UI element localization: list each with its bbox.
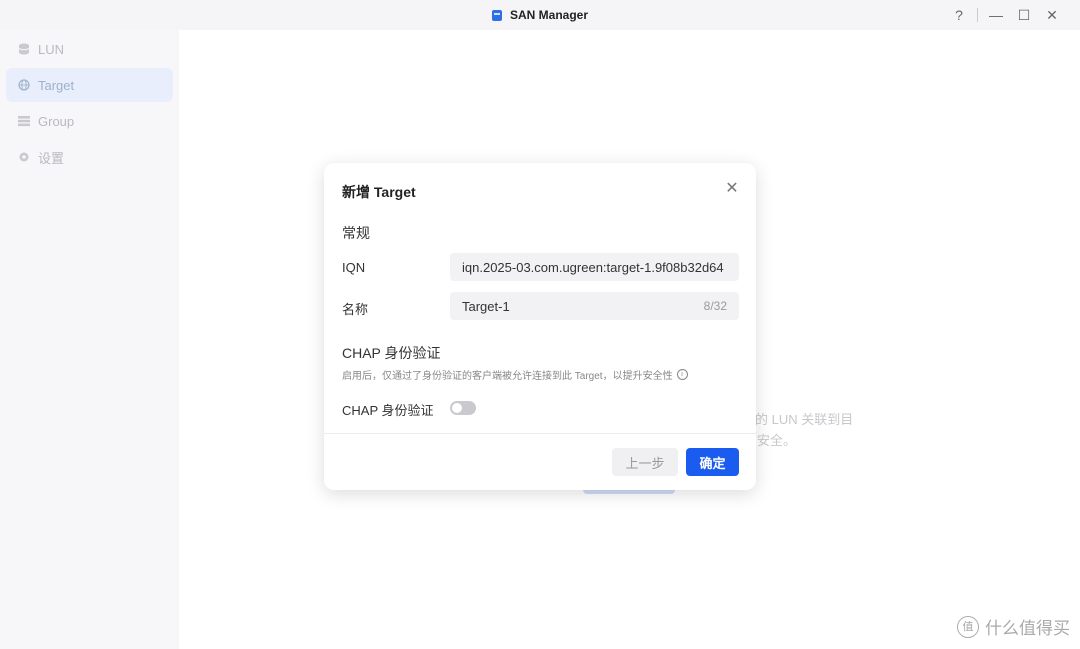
iqn-value: iqn.2025-03.com.ugreen:target-1.9f08b32d… — [462, 259, 724, 275]
toggle-knob — [452, 403, 462, 413]
dialog-footer-divider — [324, 433, 756, 434]
close-icon[interactable]: ✕ — [724, 181, 740, 197]
chap-toggle[interactable] — [450, 401, 476, 415]
new-target-dialog: 新增 Target ✕ 常规 IQN iqn.2025-03.com.ugree… — [324, 163, 756, 490]
confirm-button[interactable]: 确定 — [686, 448, 739, 476]
iqn-label: IQN — [342, 260, 366, 275]
chap-section-heading: CHAP 身份验证 — [342, 345, 441, 361]
name-field[interactable]: Target-1 8/32 — [450, 292, 739, 320]
name-value: Target-1 — [462, 298, 510, 314]
dialog-title: 新增 Target — [342, 184, 416, 200]
watermark: 值 什么值得买 — [957, 614, 1070, 639]
watermark-logo-icon: 值 — [957, 615, 979, 638]
chap-hint-text: 启用后，仅通过了身份验证的客户端被允许连接到此 Target，以提升安全性 — [342, 371, 673, 382]
chap-toggle-label: CHAP 身份验证 — [342, 403, 434, 418]
watermark-text: 什么值得买 — [985, 619, 1070, 638]
info-icon[interactable]: i — [676, 369, 688, 380]
iqn-field[interactable]: iqn.2025-03.com.ugreen:target-1.9f08b32d… — [450, 253, 739, 281]
previous-step-button[interactable]: 上一步 — [612, 448, 678, 476]
name-char-count: 8/32 — [703, 299, 727, 313]
general-section-heading: 常规 — [342, 225, 370, 241]
name-label: 名称 — [342, 302, 369, 317]
chap-hint: 启用后，仅通过了身份验证的客户端被允许连接到此 Target，以提升安全性 i — [342, 367, 688, 382]
